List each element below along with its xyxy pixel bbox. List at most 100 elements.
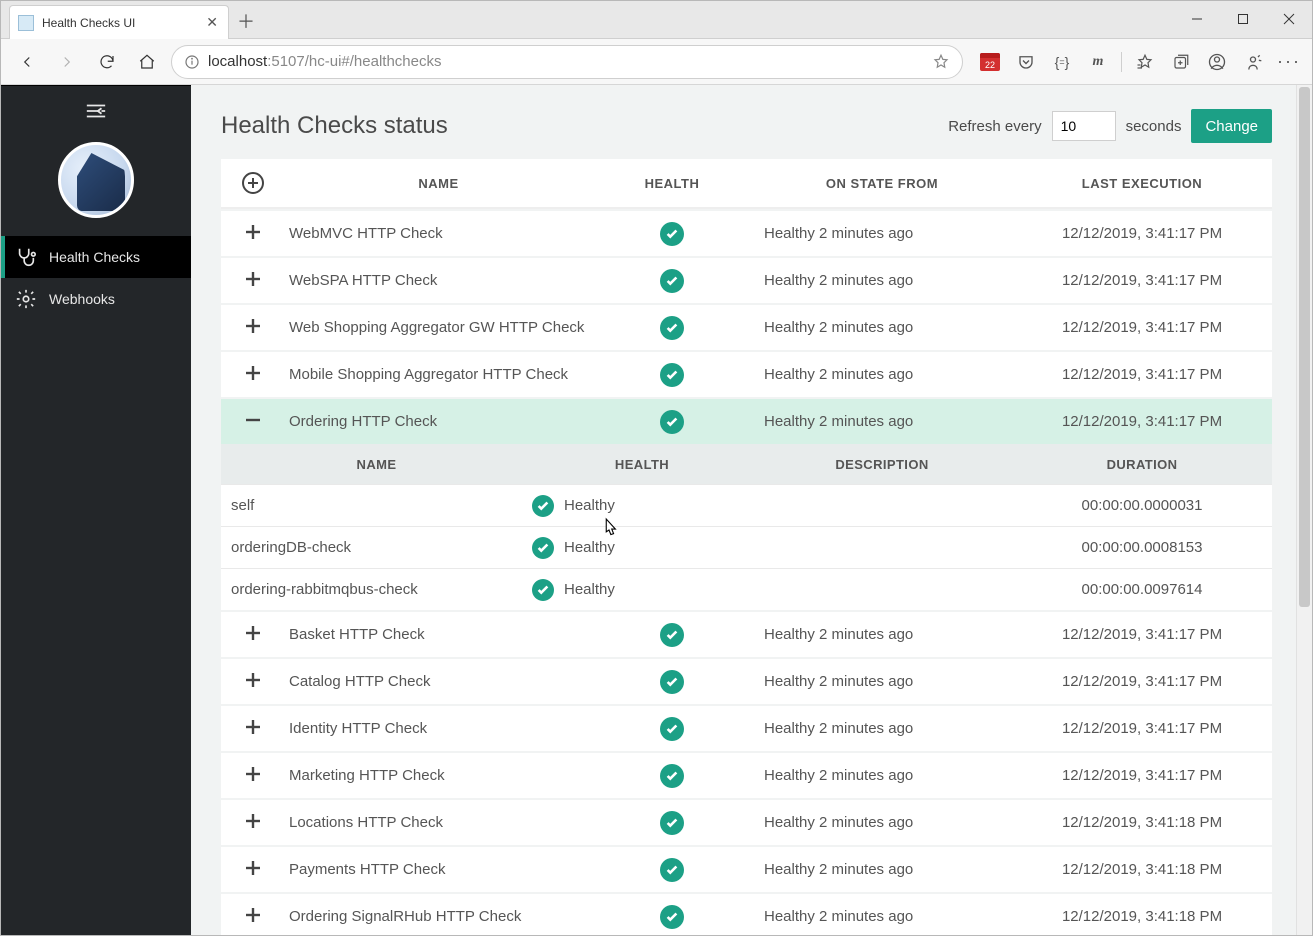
details-row: selfHealthy00:00:00.0000031 [221, 484, 1272, 526]
table-row[interactable]: Marketing HTTP CheckHealthy 2 minutes ag… [221, 751, 1272, 798]
details-header: NAMEHEALTHDESCRIPTIONDURATION [221, 444, 1272, 484]
table-row[interactable]: Identity HTTP CheckHealthy 2 minutes ago… [221, 704, 1272, 751]
check-name: WebSPA HTTP Check [285, 272, 592, 289]
table-row[interactable]: Web Shopping Aggregator GW HTTP CheckHea… [221, 303, 1272, 350]
expand-icon[interactable] [244, 906, 262, 928]
sidebar-item-webhooks[interactable]: Webhooks [1, 278, 191, 320]
page-title: Health Checks status [221, 112, 448, 140]
health-ok-icon [532, 495, 554, 517]
sidebar-item-label: Webhooks [49, 291, 115, 307]
table-row[interactable]: Basket HTTP CheckHealthy 2 minutes ago12… [221, 610, 1272, 657]
info-icon [184, 54, 200, 70]
detail-duration: 00:00:00.0097614 [1012, 581, 1272, 598]
health-ok-icon [660, 858, 684, 882]
refresh-interval-input[interactable] [1052, 111, 1116, 141]
table-row[interactable]: Ordering SignalRHub HTTP CheckHealthy 2 … [221, 892, 1272, 935]
check-last-exec: 12/12/2019, 3:41:17 PM [1012, 413, 1272, 430]
app-viewport: Health Checks Webhooks Health Checks sta… [1, 85, 1312, 935]
check-state: Healthy 2 minutes ago [752, 908, 1012, 925]
detail-name: ordering-rabbitmqbus-check [221, 581, 532, 598]
tab-title: Health Checks UI [42, 16, 198, 30]
table-row[interactable]: WebMVC HTTP CheckHealthy 2 minutes ago12… [221, 209, 1272, 256]
expand-icon[interactable] [244, 671, 262, 693]
check-last-exec: 12/12/2019, 3:41:17 PM [1012, 366, 1272, 383]
avatar [58, 142, 134, 218]
sidebar-item-health-checks[interactable]: Health Checks [1, 236, 191, 278]
health-ok-icon [660, 670, 684, 694]
check-last-exec: 12/12/2019, 3:41:17 PM [1012, 720, 1272, 737]
nav-forward-button[interactable] [51, 46, 83, 78]
address-text: localhost:5107/hc-ui#/healthchecks [208, 53, 924, 70]
nav-back-button[interactable] [11, 46, 43, 78]
detail-health: Healthy [532, 537, 752, 559]
details-row: ordering-rabbitmqbus-checkHealthy 00:00:0… [221, 568, 1272, 610]
page-header: Health Checks status Refresh every secon… [221, 109, 1272, 143]
table-row[interactable]: Mobile Shopping Aggregator HTTP Check Hea… [221, 350, 1272, 397]
expand-icon[interactable] [244, 223, 262, 245]
scrollbar[interactable] [1296, 85, 1312, 935]
sidebar-collapse-icon[interactable] [1, 86, 191, 136]
expand-icon[interactable] [244, 718, 262, 740]
detail-health: Healthy [532, 579, 752, 601]
refresh-label: seconds [1126, 118, 1182, 135]
window-close-button[interactable] [1266, 1, 1312, 37]
check-name: Catalog HTTP Check [285, 673, 592, 690]
feedback-icon[interactable] [1240, 49, 1266, 75]
check-name: WebMVC HTTP Check [285, 225, 592, 242]
stethoscope-icon [15, 246, 37, 268]
window-minimize-button[interactable] [1174, 1, 1220, 37]
tab-close-icon[interactable]: ✕ [206, 14, 218, 31]
expand-icon[interactable] [244, 270, 262, 292]
check-name: Identity HTTP Check [285, 720, 592, 737]
table-row[interactable]: WebSPA HTTP CheckHealthy 2 minutes ago12… [221, 256, 1272, 303]
collapse-icon[interactable] [244, 411, 262, 433]
check-last-exec: 12/12/2019, 3:41:17 PM [1012, 767, 1272, 784]
table-row[interactable]: Payments HTTP CheckHealthy 2 minutes ago… [221, 845, 1272, 892]
more-menu-icon[interactable]: ··· [1276, 49, 1302, 75]
browser-tab[interactable]: Health Checks UI ✕ [9, 5, 229, 39]
refresh-label: Refresh every [948, 118, 1041, 135]
ext-braces-icon[interactable]: {=} [1049, 49, 1075, 75]
check-state: Healthy 2 minutes ago [752, 366, 1012, 383]
collections-icon[interactable] [1168, 49, 1194, 75]
health-ok-icon [532, 537, 554, 559]
check-state: Healthy 2 minutes ago [752, 626, 1012, 643]
nav-refresh-button[interactable] [91, 46, 123, 78]
health-ok-icon [660, 717, 684, 741]
window-maximize-button[interactable] [1220, 1, 1266, 37]
expand-all-icon[interactable] [242, 172, 264, 194]
detail-health: Healthy [532, 495, 752, 517]
ext-m-icon[interactable]: m [1085, 49, 1111, 75]
expand-icon[interactable] [244, 317, 262, 339]
check-name: Basket HTTP Check [285, 626, 592, 643]
new-tab-button[interactable]: ＋ [229, 4, 263, 38]
dcol-health: HEALTH [532, 457, 752, 472]
expand-icon[interactable] [244, 364, 262, 386]
address-bar[interactable]: localhost:5107/hc-ui#/healthchecks [171, 45, 963, 79]
health-ok-icon [660, 363, 684, 387]
table-header-row: NAME HEALTH ON STATE FROM LAST EXECUTION [221, 159, 1272, 209]
favorites-icon[interactable] [1132, 49, 1158, 75]
expand-icon[interactable] [244, 859, 262, 881]
table-row[interactable]: Ordering HTTP CheckHealthy 2 minutes ago… [221, 397, 1272, 444]
check-last-exec: 12/12/2019, 3:41:17 PM [1012, 272, 1272, 289]
favorite-star-icon[interactable] [932, 53, 950, 71]
expand-icon[interactable] [244, 765, 262, 787]
check-last-exec: 12/12/2019, 3:41:18 PM [1012, 861, 1272, 878]
refresh-controls: Refresh every seconds Change [948, 109, 1272, 143]
table-row[interactable]: Locations HTTP CheckHealthy 2 minutes ag… [221, 798, 1272, 845]
check-name: Mobile Shopping Aggregator HTTP Check [285, 366, 592, 383]
change-button[interactable]: Change [1191, 109, 1272, 143]
nav-home-button[interactable] [131, 46, 163, 78]
expand-icon[interactable] [244, 812, 262, 834]
profile-icon[interactable] [1204, 49, 1230, 75]
check-state: Healthy 2 minutes ago [752, 767, 1012, 784]
health-ok-icon [660, 410, 684, 434]
expand-icon[interactable] [244, 624, 262, 646]
detail-duration: 00:00:00.0000031 [1012, 497, 1272, 514]
health-ok-icon [660, 764, 684, 788]
ext-calendar-icon[interactable]: 22 [977, 49, 1003, 75]
check-name: Locations HTTP Check [285, 814, 592, 831]
ext-pocket-icon[interactable] [1013, 49, 1039, 75]
table-row[interactable]: Catalog HTTP CheckHealthy 2 minutes ago1… [221, 657, 1272, 704]
